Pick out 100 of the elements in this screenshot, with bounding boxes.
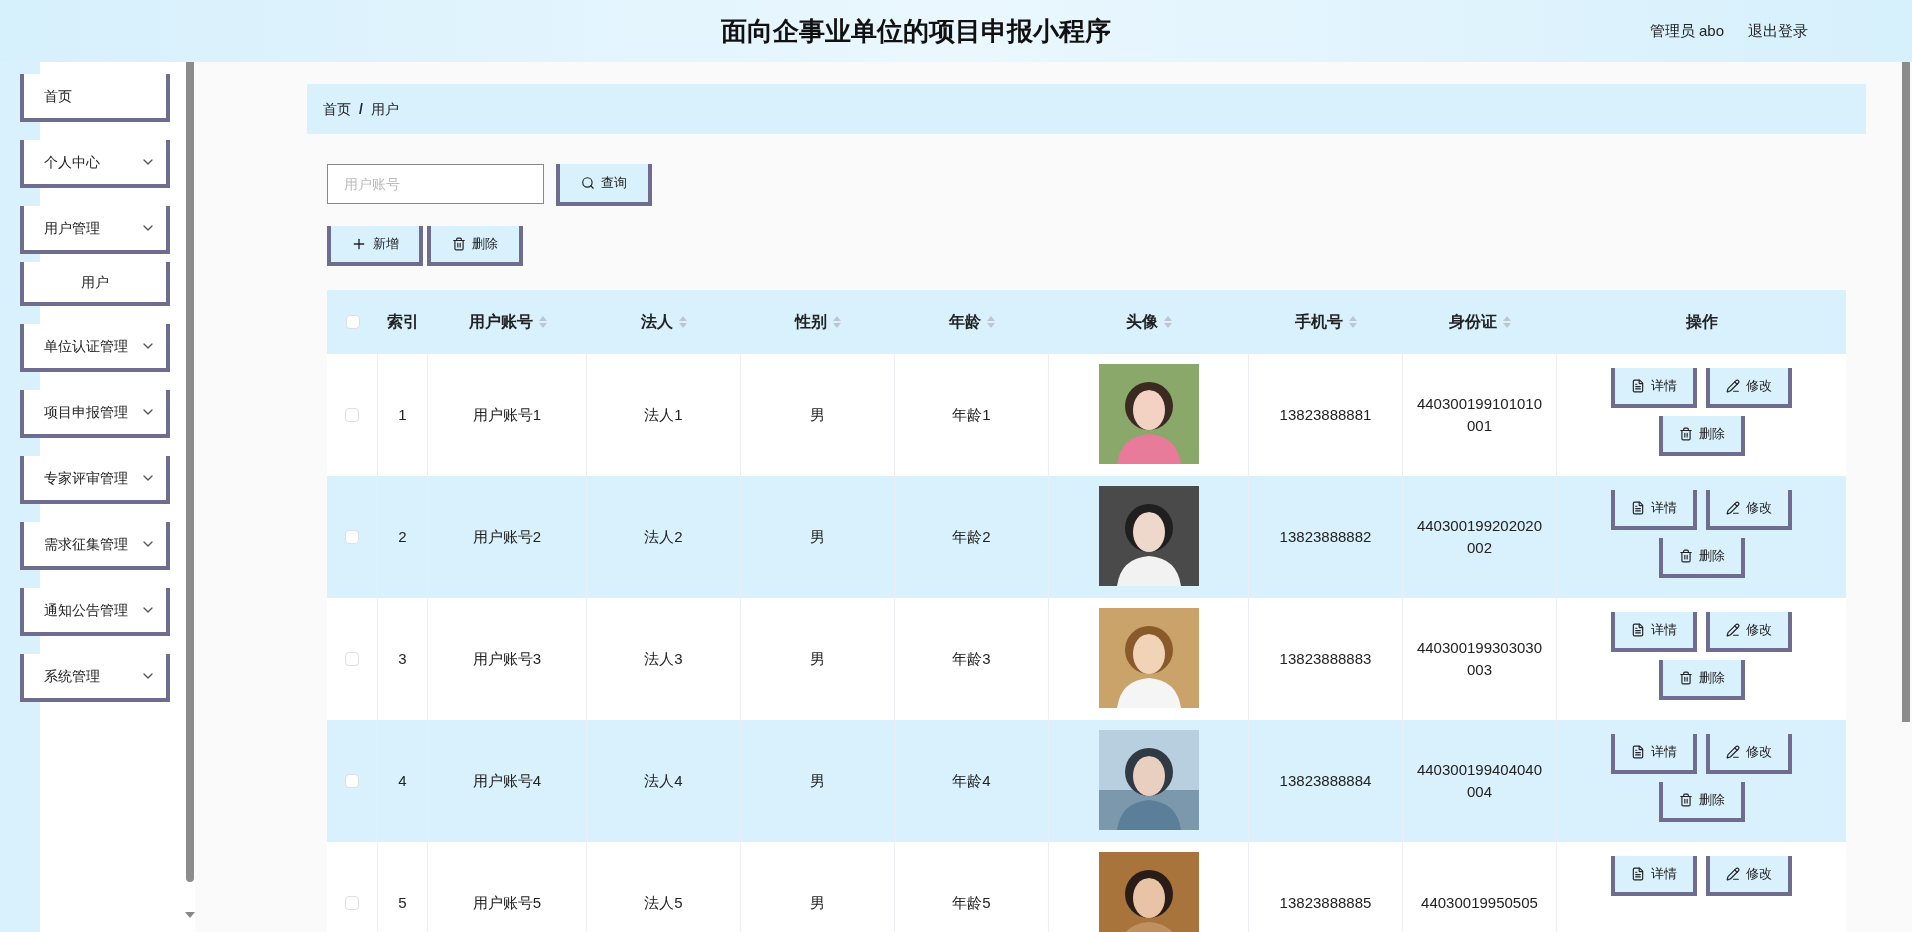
breadcrumb-separator: / — [359, 99, 363, 119]
sidebar-item[interactable]: 系统管理 — [20, 654, 170, 702]
table-cell-text: 年龄4 — [952, 770, 991, 791]
table-cell-text: 4 — [398, 770, 407, 791]
edit-button[interactable]: 修改 — [1706, 856, 1792, 896]
breadcrumb-link[interactable]: 首页 — [323, 98, 351, 120]
table-cell-text: 男 — [810, 526, 825, 547]
detail-button[interactable]: 详情 — [1611, 368, 1697, 408]
sidebar-item[interactable]: 通知公告管理 — [20, 588, 170, 636]
breadcrumb-link[interactable]: 用户 — [370, 98, 399, 120]
sort-icon[interactable] — [1503, 316, 1511, 328]
sidebar-item[interactable]: 个人中心 — [20, 140, 170, 188]
delete-button[interactable]: 删除 — [1658, 416, 1745, 456]
table-cell-text: 男 — [810, 770, 825, 791]
table-cell-text: 年龄3 — [952, 648, 991, 669]
document-icon — [1631, 379, 1645, 393]
sort-icon[interactable] — [679, 316, 687, 328]
sidebar-item[interactable]: 项目申报管理 — [20, 390, 170, 438]
sort-icon[interactable] — [833, 316, 841, 328]
plus-icon — [351, 236, 367, 252]
edit-button[interactable]: 修改 — [1706, 490, 1792, 530]
edit-button[interactable]: 修改 — [1706, 612, 1792, 652]
checkbox[interactable] — [345, 408, 359, 422]
delete-button[interactable]: 删除 — [1658, 660, 1745, 700]
sort-icon[interactable] — [987, 316, 995, 328]
sort-icon[interactable] — [538, 316, 547, 328]
table-cell-text: 法人4 — [644, 770, 683, 791]
table-cell-text: 13823888882 — [1279, 526, 1372, 547]
table-cell-text: 5 — [398, 892, 407, 913]
search-field[interactable]: 用户账号 — [327, 164, 544, 204]
detail-button[interactable]: 详情 — [1611, 612, 1697, 652]
table-cell-text: 法人1 — [644, 404, 683, 425]
detail-button[interactable]: 详情 — [1611, 856, 1697, 896]
column-header: 操作 — [1685, 312, 1718, 332]
table-cell-text: 男 — [810, 892, 825, 913]
table-cell-text: 13823888883 — [1279, 648, 1372, 669]
trash-icon — [1678, 549, 1693, 563]
column-header[interactable]: 用户账号 — [468, 310, 533, 334]
scrollbar-thumb[interactable] — [1902, 62, 1910, 722]
column-header[interactable]: 性别 — [795, 310, 827, 334]
table-cell-text: 年龄2 — [952, 526, 991, 547]
pencil-icon — [1726, 501, 1740, 515]
column-header[interactable]: 头像 — [1126, 310, 1158, 334]
scrollbar-thumb[interactable] — [186, 62, 194, 882]
add-button[interactable]: 新增 — [327, 226, 423, 266]
search-button[interactable]: 查询 — [556, 164, 652, 206]
checkbox[interactable] — [345, 652, 359, 666]
column-header[interactable]: 手机号 — [1295, 310, 1343, 334]
table-cell-text: 男 — [810, 648, 825, 669]
table-cell-text: 440300199404040004 — [1415, 759, 1544, 802]
document-icon — [1631, 623, 1645, 637]
column-header[interactable]: 年龄 — [949, 310, 981, 334]
sort-icon[interactable] — [1164, 316, 1172, 328]
checkbox[interactable] — [345, 530, 359, 544]
user-name: 管理员 abo — [1649, 20, 1724, 41]
table-cell-text: 13823888881 — [1279, 404, 1372, 425]
scroll-down-icon[interactable] — [185, 912, 195, 918]
detail-button[interactable]: 详情 — [1611, 490, 1697, 530]
table-cell-text: 440300199303030003 — [1415, 637, 1544, 680]
table-cell-text: 年龄5 — [952, 892, 991, 913]
app-title: 面向企事业单位的项目申报小程序 — [721, 14, 1111, 48]
document-icon — [1631, 501, 1645, 515]
sort-icon[interactable] — [1349, 316, 1357, 328]
sidebar-item[interactable]: 首页 — [20, 74, 170, 122]
logout-link[interactable]: 退出登录 — [1748, 19, 1808, 43]
sidebar-item[interactable]: 用户管理 — [20, 206, 170, 254]
table-cell-text: 13823888885 — [1279, 892, 1372, 913]
detail-button[interactable]: 详情 — [1611, 734, 1697, 774]
edit-button[interactable]: 修改 — [1706, 734, 1792, 774]
table-cell-text: 用户账号4 — [472, 770, 542, 791]
document-icon — [1631, 745, 1645, 759]
checkbox[interactable] — [345, 896, 359, 910]
delete-button[interactable]: 删除 — [1658, 538, 1745, 578]
column-header[interactable]: 身份证 — [1449, 310, 1497, 334]
column-header: 索引 — [387, 312, 419, 332]
sidebar-item[interactable]: 专家评审管理 — [20, 456, 170, 504]
sidebar-item[interactable]: 需求征集管理 — [20, 522, 170, 570]
table-cell-text: 年龄1 — [952, 404, 991, 425]
trash-icon — [452, 237, 466, 251]
table-cell-text: 13823888884 — [1279, 770, 1372, 791]
table-cell-text: 用户账号1 — [472, 404, 542, 425]
column-header[interactable]: 法人 — [641, 310, 673, 334]
sidebar-subitem[interactable]: 用户 — [20, 262, 170, 306]
table-cell-text: 3 — [398, 648, 407, 669]
checkbox[interactable] — [345, 315, 360, 329]
table-cell-text: 男 — [810, 404, 825, 425]
delete-button[interactable]: 删除 — [427, 226, 523, 266]
table-cell-text: 用户账号5 — [472, 892, 542, 913]
table-cell-text: 法人5 — [644, 892, 683, 913]
table-cell-text: 法人2 — [644, 526, 683, 547]
trash-icon — [1678, 671, 1693, 685]
table-cell-text: 440300199202020002 — [1415, 515, 1544, 558]
edit-button[interactable]: 修改 — [1706, 368, 1792, 408]
pencil-icon — [1726, 623, 1740, 637]
document-icon — [1631, 867, 1645, 881]
checkbox[interactable] — [345, 774, 359, 788]
search-icon — [581, 176, 595, 190]
trash-icon — [1678, 793, 1693, 807]
sidebar-item[interactable]: 单位认证管理 — [20, 324, 170, 372]
delete-button[interactable]: 删除 — [1658, 782, 1745, 822]
